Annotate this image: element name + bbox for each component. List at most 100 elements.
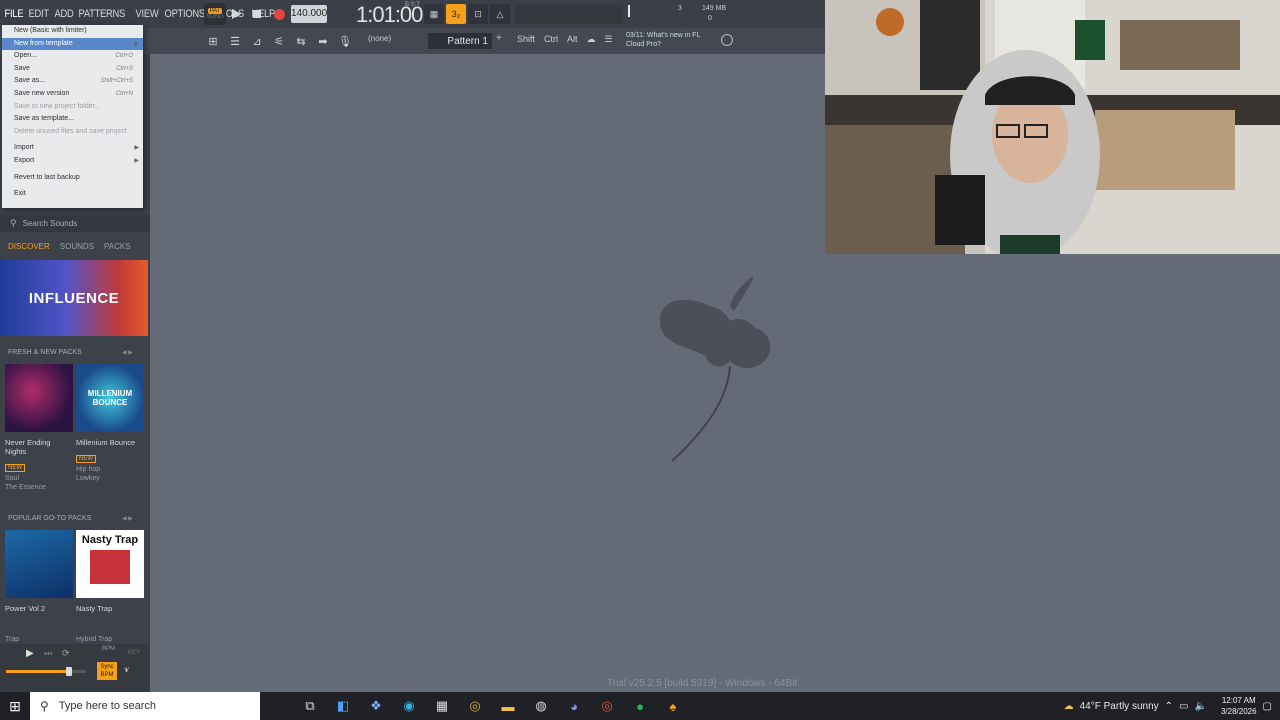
snap-selector[interactable]: (none) [368,34,416,43]
globe-icon[interactable] [721,34,733,46]
plugin-icon[interactable]: ⇆ [291,31,311,51]
countdown-icon[interactable]: 3₂ [446,4,466,24]
taskbar-search-placeholder: Type here to search [58,700,157,712]
new-badge: NEW [76,455,96,463]
file-explorer-icon[interactable]: ▬ [496,694,520,718]
news-line-1: 03/11: What's new in FL [626,32,701,39]
pack-genre: Soul [5,475,20,482]
pack-card[interactable]: Never Ending Nights NEW Soul The Essence [5,364,73,492]
obs-icon[interactable]: ◍ [529,694,553,718]
system-tray: ☁ 44°F Partly sunny ⌃ ▭ 🔈 12:07 AM 3/28/… [1064,692,1272,720]
pattern-selector[interactable]: Pattern 1 [428,33,492,49]
featured-banner[interactable]: INFLUENCE [0,260,148,336]
taskbar-search[interactable]: ⚲ Type here to search [30,692,260,720]
menu-file[interactable]: FILE [2,8,26,20]
menu-item-new-from-template[interactable]: New from template ▶ [2,37,143,51]
preview-next-icon[interactable]: ⏭ [44,648,52,659]
chrome-profile-icon[interactable]: ◎ [595,694,619,718]
playlist-icon[interactable]: ⊞ [203,31,223,51]
search-placeholder: Search Sounds [22,219,78,228]
pack-card[interactable]: MILLENIUM BOUNCE Millenium Bounce NEW Hi… [76,364,144,483]
copilot-icon[interactable]: ❖ [364,694,388,718]
sounds-search[interactable]: ⚲ Search Sounds [0,215,150,232]
menu-item-revert[interactable]: Revert to last backup [2,172,143,185]
pack-card[interactable]: Power Vol 2 Trap [5,530,73,644]
tray-chevron-icon[interactable]: ⌃ [1165,701,1173,712]
menu-item-save-as-template[interactable]: Save as template... [2,113,143,126]
fl-studio-icon[interactable]: ♠ [661,694,685,718]
menu-view[interactable]: VIEW [133,8,161,20]
section-fresh-arrows[interactable]: ◀ ▶ [122,349,133,356]
menu-patterns[interactable]: PATTERNS [76,8,128,20]
notifications-icon[interactable]: ▢ [1263,701,1272,712]
edge-icon[interactable]: ◉ [397,694,421,718]
mixer-icon[interactable]: ⚟ [269,31,289,51]
microphone-icon[interactable]: 🎙 [335,31,355,51]
chrome-icon[interactable]: ◎ [463,694,487,718]
polyphony-value: 0 [708,15,712,22]
play-button[interactable] [226,4,246,24]
menu-options[interactable]: OPTIONS [162,8,207,20]
menu-item-open[interactable]: Open... Ctrl+O [2,50,143,63]
spotify-icon[interactable]: ● [628,694,652,718]
menu-item-import[interactable]: Import ▶ [2,142,143,155]
calendar-icon[interactable]: ▦ [430,694,454,718]
pattern-name: Pattern 1 [447,35,488,47]
sync-bpm-button[interactable]: Sync BPM [97,662,117,680]
cpu-monitor[interactable]: 3 149 MB 0 [628,2,728,26]
menu-item-new[interactable]: New (Basic with limiter) [2,25,143,38]
file-menu-dropdown: New (Basic with limiter) New from templa… [2,25,143,208]
tuning-icon[interactable]: ⩛ [124,664,129,675]
news-list-icon[interactable]: ☰ [602,32,616,47]
weather-icon[interactable]: ☁ [1064,701,1074,712]
tab-discover[interactable]: DISCOVER [8,242,50,251]
menu-add[interactable]: ADD [52,8,76,20]
submenu-arrow-icon: ▶ [134,40,139,47]
windows-start-icon[interactable]: ⊞ [0,692,30,720]
add-pattern-button[interactable]: + [496,33,502,44]
metronome-icon[interactable]: △ [490,4,510,24]
discord-icon[interactable]: ◕ [562,694,586,718]
stop-button[interactable] [247,4,267,24]
browser-tabs: DISCOVER SOUNDS PACKS [0,238,150,254]
menu-item-save[interactable]: Save Ctrl+S [2,63,143,76]
task-view-icon[interactable]: ⧉ [298,694,322,718]
cloud-icon[interactable]: ☁ [584,32,599,47]
wait-for-input-icon[interactable]: ⊡ [468,4,488,24]
network-icon[interactable]: ▭ [1179,701,1188,712]
tab-packs[interactable]: PACKS [104,242,131,251]
taskbar-apps: ⧉ ◧ ❖ ◉ ▦ ◎ ▬ ◍ ◕ ◎ ● ♠ [298,694,685,718]
submenu-arrow-icon: ▶ [134,157,139,164]
new-badge: NEW [5,464,25,472]
tab-sounds[interactable]: SOUNDS [60,242,94,251]
menu-item-exit[interactable]: Exit [2,188,143,201]
ctrl-key[interactable]: Ctrl [541,32,561,47]
menu-item-save-new-version[interactable]: Save new version Ctrl+N [2,88,143,101]
channel-rack-icon[interactable]: ☰ [225,31,245,51]
piano-roll-icon[interactable]: ⊿ [247,31,267,51]
shift-key[interactable]: Shift [514,32,538,47]
volume-handle[interactable] [66,667,72,676]
pack-genre: Trap [5,636,20,643]
arrow-icon[interactable]: ➡ [313,31,333,51]
tempo-display[interactable]: 140.000 [291,5,327,23]
news-ticker[interactable]: 03/11: What's new in FL Cloud Pro? [626,31,720,49]
pat-song-toggle[interactable]: PAT SONG [204,3,226,25]
typing-keyboard-icon[interactable]: ▦ [424,4,444,24]
preview-play-icon[interactable]: ▶ [26,648,34,659]
menu-edit[interactable]: EDIT [26,8,51,20]
record-button[interactable] [269,4,289,24]
store-icon[interactable]: ◧ [331,694,355,718]
alt-key[interactable]: Alt [564,32,581,47]
cpu-value: 3 [678,5,682,12]
loop-icon[interactable]: ⟳ [62,648,70,659]
pack-cover: Nasty Trap [76,530,144,598]
clock[interactable]: 12:07 AM 3/28/2026 [1221,695,1257,717]
pack-card[interactable]: Nasty Trap Nasty Trap Hybrid Trap [76,530,144,644]
volume-icon[interactable]: 🔈 [1195,701,1207,712]
menu-item-export[interactable]: Export ▶ [2,155,143,168]
weather-text[interactable]: 44°F Partly sunny [1080,701,1159,712]
section-popular-arrows[interactable]: ◀ ▶ [122,515,133,522]
menu-item-save-as[interactable]: Save as... Shift+Ctrl+S [2,75,143,88]
waveform-monitor [515,4,623,24]
